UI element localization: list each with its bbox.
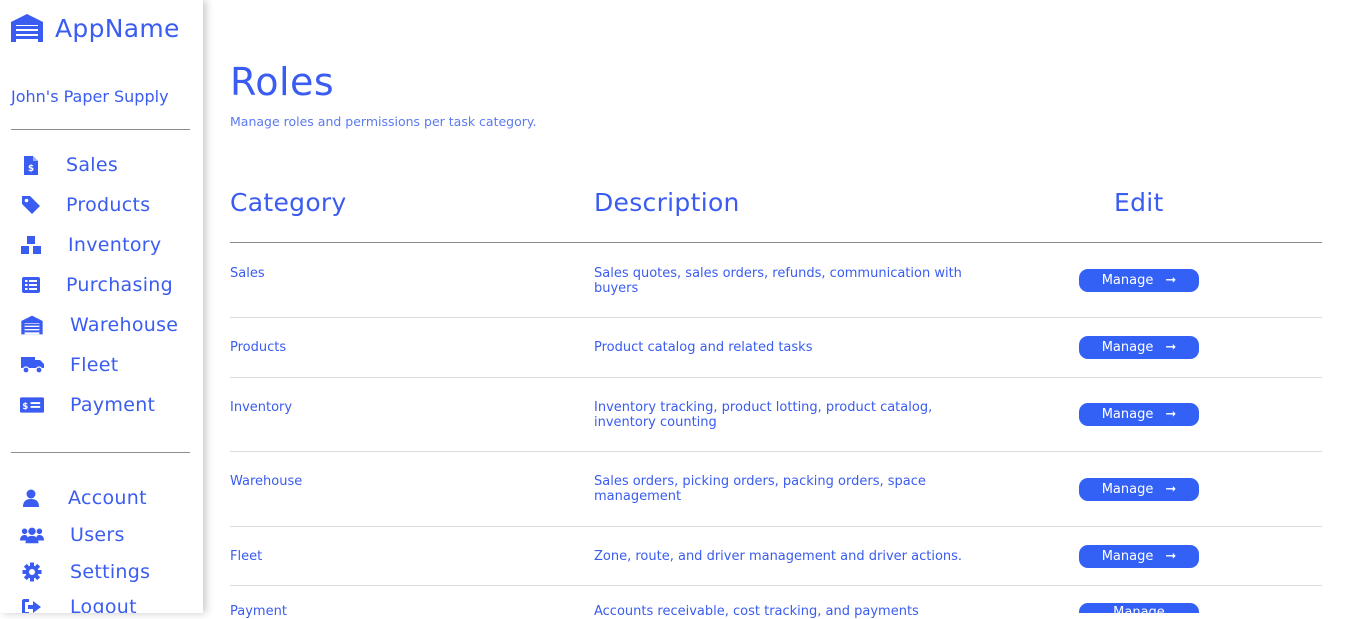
manage-label: Manage xyxy=(1101,273,1154,288)
receipt-dollar-icon: $ xyxy=(19,154,43,176)
sidebar-item-label: Warehouse xyxy=(70,314,179,336)
manage-label: Manage xyxy=(1101,340,1154,355)
list-icon xyxy=(19,274,43,296)
sign-out-icon xyxy=(20,596,44,613)
sidebar-item-label: Sales xyxy=(66,154,119,176)
brand[interactable]: AppName xyxy=(10,13,180,43)
sidebar-item-label: Account xyxy=(68,487,147,509)
table-cell-category: Inventory xyxy=(230,400,293,415)
svg-text:$: $ xyxy=(22,402,28,412)
boxes-icon xyxy=(19,234,43,256)
user-icon xyxy=(19,487,43,509)
table-cell-category: Sales xyxy=(230,266,265,281)
sidebar-item-payment[interactable]: $ Payment xyxy=(0,387,203,423)
table-cell-category: Warehouse xyxy=(230,474,303,489)
manage-label: Manage xyxy=(1113,605,1165,613)
sidebar-item-products[interactable]: Products xyxy=(0,187,203,223)
sidebar-item-warehouse[interactable]: Warehouse xyxy=(0,307,203,343)
table-cell-category: Payment xyxy=(230,604,287,619)
arrow-right-icon: ➞ xyxy=(1165,407,1177,422)
row-divider xyxy=(230,526,1322,527)
manage-button-fleet[interactable]: Manage ➞ xyxy=(1079,545,1199,568)
app-name: AppName xyxy=(55,13,180,43)
svg-text:$: $ xyxy=(28,164,34,174)
money-check-icon: $ xyxy=(20,394,44,416)
manage-button-payment[interactable]: Manage xyxy=(1079,603,1199,613)
column-header-description: Description xyxy=(594,188,740,217)
table-cell-description: Accounts receivable, cost tracking, and … xyxy=(594,604,919,619)
sidebar-item-sales[interactable]: $ Sales xyxy=(0,147,203,183)
table-cell-description: Sales quotes, sales orders, refunds, com… xyxy=(594,266,962,296)
sidebar-item-fleet[interactable]: Fleet xyxy=(0,347,203,383)
page-subtitle: Manage roles and permissions per task ca… xyxy=(230,114,537,129)
company-name: John's Paper Supply xyxy=(11,87,169,106)
sidebar-item-purchasing[interactable]: Purchasing xyxy=(0,267,203,303)
page-title: Roles xyxy=(230,60,335,104)
manage-label: Manage xyxy=(1101,407,1154,422)
sidebar-item-label: Payment xyxy=(70,394,156,416)
table-cell-description: Inventory tracking, product lotting, pro… xyxy=(594,400,933,430)
manage-button-products[interactable]: Manage ➞ xyxy=(1079,336,1199,359)
arrow-right-icon: ➞ xyxy=(1165,273,1177,288)
warehouse-icon xyxy=(10,13,44,43)
manage-button-sales[interactable]: Manage ➞ xyxy=(1079,269,1199,292)
sidebar-divider xyxy=(11,129,190,130)
sidebar-item-label: Users xyxy=(70,524,125,546)
table-header-divider xyxy=(230,242,1322,243)
users-icon xyxy=(20,524,44,546)
row-divider xyxy=(230,377,1322,378)
sidebar-item-label: Products xyxy=(66,194,151,216)
sidebar-item-label: Inventory xyxy=(68,234,162,256)
column-header-edit: Edit xyxy=(1114,188,1164,217)
table-cell-description: Zone, route, and driver management and d… xyxy=(594,549,963,564)
sidebar-item-label: Purchasing xyxy=(66,274,173,296)
tag-icon xyxy=(19,194,43,216)
table-cell-description: Sales orders, picking orders, packing or… xyxy=(594,474,926,504)
sidebar-item-logout[interactable]: Logout xyxy=(0,589,203,613)
table-cell-category: Products xyxy=(230,340,287,355)
warehouse-icon xyxy=(20,314,44,336)
sidebar-item-inventory[interactable]: Inventory xyxy=(0,227,203,263)
sidebar-item-label: Settings xyxy=(70,561,151,583)
manage-label: Manage xyxy=(1101,482,1154,497)
row-divider xyxy=(230,317,1322,318)
sidebar-item-users[interactable]: Users xyxy=(0,517,203,553)
truck-icon xyxy=(21,354,45,376)
table-cell-category: Fleet xyxy=(230,549,263,564)
sidebar: AppName John's Paper Supply $ Sales Prod… xyxy=(0,0,203,613)
column-header-category: Category xyxy=(230,188,347,217)
sidebar-item-settings[interactable]: Settings xyxy=(0,554,203,590)
gear-icon xyxy=(20,561,44,583)
manage-button-warehouse[interactable]: Manage ➞ xyxy=(1079,478,1199,501)
arrow-right-icon: ➞ xyxy=(1165,549,1177,564)
sidebar-item-account[interactable]: Account xyxy=(0,480,203,516)
table-cell-description: Product catalog and related tasks xyxy=(594,340,813,355)
arrow-right-icon: ➞ xyxy=(1165,482,1177,497)
arrow-right-icon: ➞ xyxy=(1165,340,1177,355)
row-divider xyxy=(230,585,1322,586)
manage-button-inventory[interactable]: Manage ➞ xyxy=(1079,403,1199,426)
sidebar-item-label: Logout xyxy=(70,596,137,613)
sidebar-item-label: Fleet xyxy=(70,354,119,376)
manage-label: Manage xyxy=(1101,549,1154,564)
sidebar-divider xyxy=(11,452,190,453)
row-divider xyxy=(230,451,1322,452)
